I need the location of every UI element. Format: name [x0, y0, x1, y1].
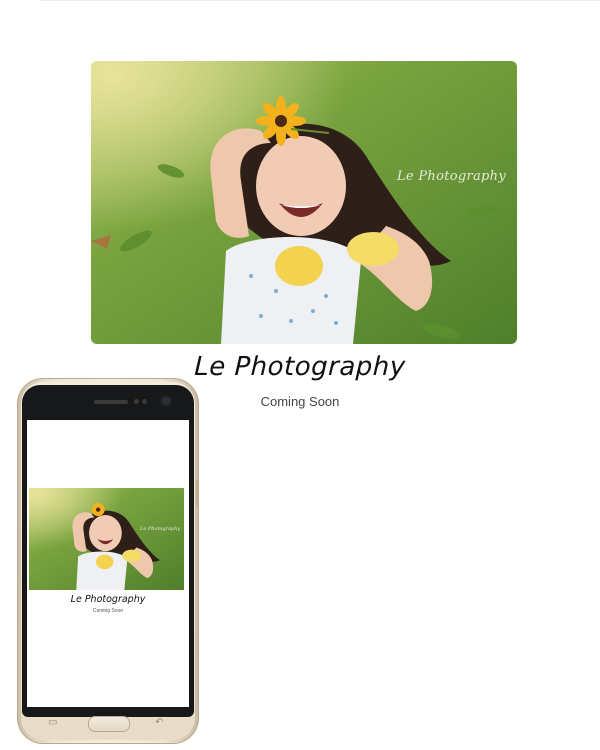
hero-photo: Le Photography [91, 61, 517, 344]
recent-apps-icon[interactable]: ▭ [48, 717, 57, 729]
phone-screen: Le Photography Le Photography Coming Soo… [27, 420, 189, 707]
phone-sensor [134, 399, 139, 404]
phone-site-title: Le Photography [70, 594, 146, 605]
front-camera-icon [162, 397, 170, 405]
phone-coming-soon-text: Coming Soon [92, 608, 124, 614]
phone-speaker [94, 400, 128, 404]
top-divider [40, 0, 600, 1]
phone-side-button [196, 480, 199, 506]
phone-hero-photo: Le Photography [29, 488, 184, 590]
back-icon[interactable]: ↶ [155, 717, 163, 729]
phone-sensor [142, 399, 147, 404]
phone-photo-watermark: Le Photography [140, 526, 181, 532]
photo-watermark: Le Photography [397, 169, 506, 184]
home-button[interactable] [88, 716, 130, 732]
